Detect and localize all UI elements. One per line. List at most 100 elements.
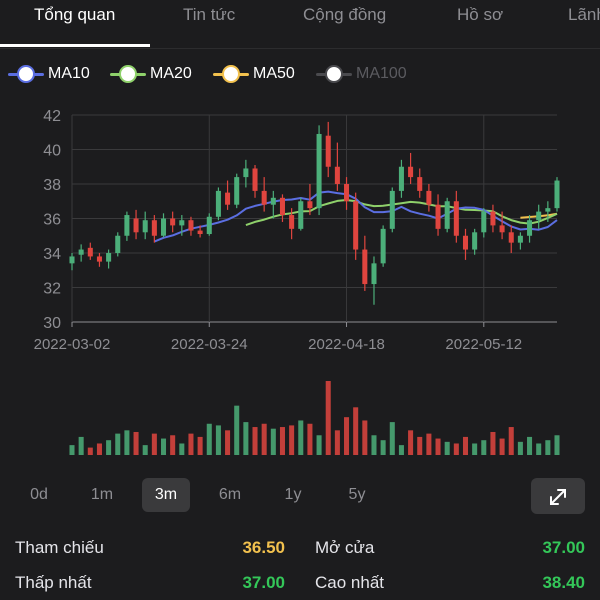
quote-stats: Tham chiếu 36.50 Mở cửa 37.00 Thấp nhất … bbox=[0, 528, 600, 600]
volume-bar bbox=[270, 428, 276, 455]
expand-arrows-icon bbox=[550, 489, 566, 505]
tab-overview[interactable]: Tổng quan bbox=[34, 5, 115, 25]
volume-bar bbox=[124, 430, 130, 455]
high-price-label: Cao nhất bbox=[315, 573, 384, 592]
candle-body bbox=[380, 228, 386, 264]
tab-community[interactable]: Cộng đồng bbox=[303, 5, 386, 25]
volume-bar bbox=[472, 443, 478, 455]
volume-bar bbox=[106, 440, 112, 455]
candle-body bbox=[435, 204, 441, 229]
candle-body bbox=[243, 168, 249, 178]
volume-bar bbox=[243, 422, 249, 455]
volume-bar bbox=[215, 425, 221, 455]
candle-body bbox=[554, 180, 560, 209]
candle-body bbox=[426, 190, 432, 205]
legend-ma50-label: MA50 bbox=[253, 65, 295, 82]
x-axis: 2022-03-02 2022-03-24 2022-04-18 2022-05-12 bbox=[34, 336, 523, 353]
candle-body bbox=[536, 211, 542, 221]
volume-bar bbox=[481, 440, 487, 455]
volume-bar bbox=[527, 436, 533, 455]
active-tab-indicator bbox=[0, 44, 150, 47]
candle-body bbox=[462, 235, 469, 250]
range-1m[interactable]: 1m bbox=[78, 478, 126, 512]
y-axis: 30 32 34 36 38 40 42 bbox=[43, 108, 61, 332]
time-range-selector: 0d 1m 3m 6m 1y 5y bbox=[0, 476, 600, 516]
volume-bar bbox=[170, 435, 176, 455]
candle-body bbox=[151, 220, 157, 236]
volume-bar bbox=[444, 441, 450, 455]
candle-body bbox=[124, 215, 130, 236]
candle-body bbox=[78, 249, 84, 255]
tab-leadership[interactable]: Lãnh bbox=[568, 5, 600, 25]
candle-body bbox=[334, 166, 340, 184]
volume-bar bbox=[353, 407, 359, 455]
candle-body bbox=[371, 263, 377, 285]
high-price-value: 38.40 bbox=[542, 573, 585, 592]
candle-body bbox=[472, 232, 478, 250]
volume-bar bbox=[188, 433, 194, 455]
open-price-value: 37.00 bbox=[542, 538, 585, 557]
candle-body bbox=[444, 201, 450, 229]
volume-bar bbox=[307, 423, 313, 455]
volume-bar bbox=[298, 420, 304, 455]
volume-bar bbox=[225, 430, 231, 455]
volume-bar bbox=[417, 436, 423, 455]
candle-body bbox=[508, 232, 514, 243]
volume-bar bbox=[133, 431, 139, 455]
candle-body bbox=[142, 220, 148, 233]
candle-body bbox=[417, 177, 423, 191]
volume-bar bbox=[398, 445, 404, 455]
candle-body bbox=[490, 211, 496, 226]
expand-chart-button[interactable] bbox=[531, 478, 585, 514]
volume-bar bbox=[87, 447, 93, 455]
volume-bar bbox=[517, 441, 523, 455]
y-tick-label: 30 bbox=[43, 315, 61, 332]
range-5y[interactable]: 5y bbox=[334, 478, 380, 512]
candle-body bbox=[307, 201, 313, 209]
candle-body bbox=[289, 215, 295, 229]
candle-body bbox=[316, 133, 322, 209]
legend-ma10[interactable]: MA10 bbox=[8, 60, 90, 88]
volume-bar bbox=[554, 435, 560, 455]
candle-body bbox=[362, 249, 368, 285]
candle-body bbox=[453, 201, 459, 236]
candle-body bbox=[133, 218, 139, 233]
legend-ma100[interactable]: MA100 bbox=[316, 60, 407, 88]
volume-bar bbox=[115, 433, 121, 455]
ma-legend: MA10 MA20 MA50 MA100 bbox=[0, 60, 600, 88]
candle-body bbox=[517, 235, 523, 243]
candle-body bbox=[481, 211, 487, 233]
price-chart[interactable]: 30323436384042 2022-03-02 2022-03-24 2022-… bbox=[0, 95, 600, 465]
volume-bar bbox=[453, 443, 459, 455]
candle-body bbox=[270, 197, 276, 205]
volume-bar bbox=[151, 433, 157, 455]
volume-bar bbox=[389, 422, 395, 455]
candle-body bbox=[527, 220, 533, 236]
candle-body bbox=[96, 256, 102, 262]
y-tick-label: 42 bbox=[43, 108, 61, 125]
candle-body bbox=[279, 197, 285, 216]
legend-ma20[interactable]: MA20 bbox=[110, 60, 192, 88]
tab-profile[interactable]: Hồ sơ bbox=[457, 5, 503, 25]
candle-body bbox=[197, 230, 203, 235]
volume-bar bbox=[426, 433, 432, 455]
volume-bar bbox=[508, 427, 514, 455]
range-0d[interactable]: 0d bbox=[16, 478, 62, 512]
x-tick-label: 2022-03-02 bbox=[34, 336, 111, 353]
y-tick-label: 36 bbox=[43, 212, 61, 229]
legend-ma50[interactable]: MA50 bbox=[213, 60, 295, 88]
y-tick-label: 38 bbox=[43, 177, 61, 194]
volume-bar bbox=[69, 445, 75, 455]
volume-bar bbox=[316, 435, 322, 455]
volume-bar bbox=[279, 427, 285, 455]
tab-news[interactable]: Tin tức bbox=[183, 5, 235, 25]
legend-ma100-marker bbox=[316, 64, 352, 84]
candle-body bbox=[206, 216, 212, 235]
volume-bar bbox=[545, 440, 551, 455]
range-1y[interactable]: 1y bbox=[270, 478, 316, 512]
range-3m[interactable]: 3m bbox=[142, 478, 190, 512]
reference-price-label: Tham chiếu bbox=[15, 538, 104, 557]
range-6m[interactable]: 6m bbox=[206, 478, 254, 512]
candle-body bbox=[215, 190, 221, 217]
volume-bar bbox=[325, 381, 331, 455]
